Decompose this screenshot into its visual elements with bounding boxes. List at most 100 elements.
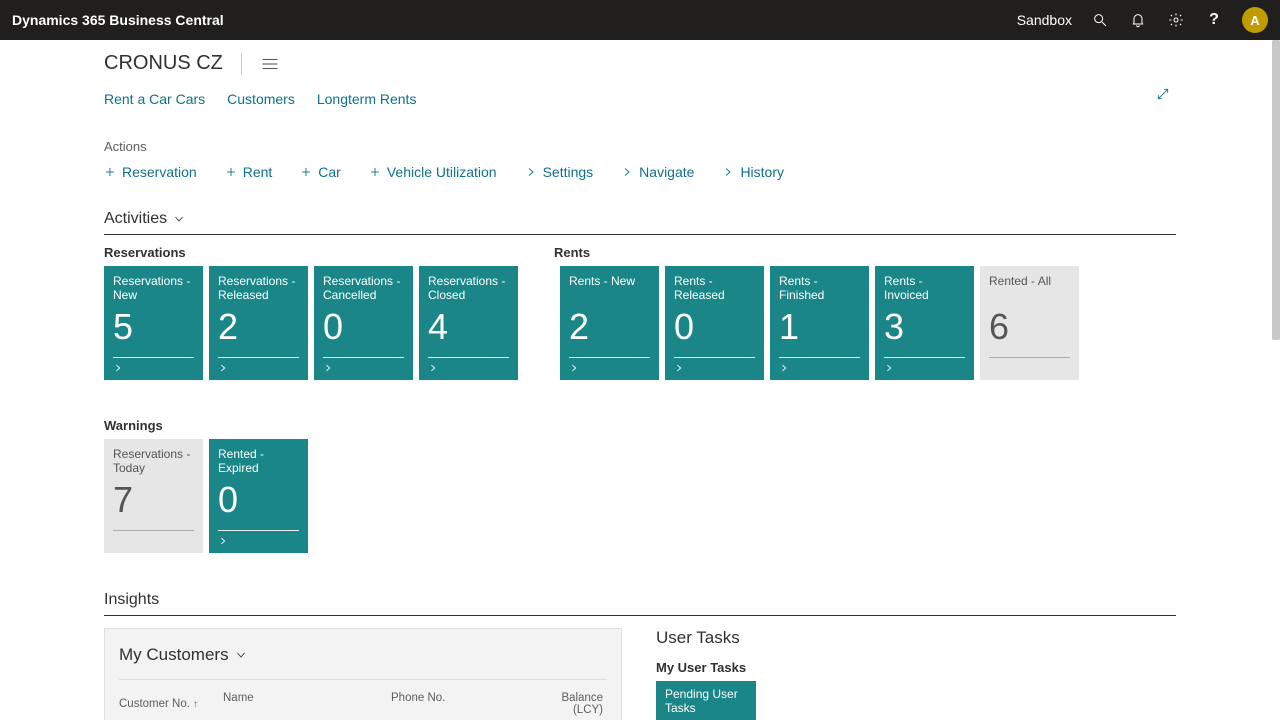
tile-label: Rented - Expired	[218, 447, 299, 475]
action-label: Reservation	[122, 164, 197, 180]
warning-tiles: Reservations - Today 7 Rented - Expired …	[0, 439, 1280, 553]
chevron-right-icon	[113, 363, 123, 373]
topbar-right: Sandbox ? A	[1017, 7, 1268, 33]
action-navigate[interactable]: Navigate	[621, 164, 694, 180]
insights-area: My Customers Customer No. ↑ Name Phone N…	[0, 616, 1280, 720]
scrollbar[interactable]	[1272, 40, 1280, 340]
plus-icon	[225, 166, 237, 178]
tile-reservations-today[interactable]: Reservations - Today 7	[104, 439, 203, 553]
avatar[interactable]: A	[1242, 7, 1268, 33]
action-rent[interactable]: Rent	[225, 164, 273, 180]
tab-rent-a-car-cars[interactable]: Rent a Car Cars	[104, 91, 205, 107]
search-icon[interactable]	[1090, 10, 1110, 30]
company-row: CRONUS CZ	[0, 52, 1280, 83]
column-name[interactable]: Name	[223, 692, 391, 716]
tile-rented-expired[interactable]: Rented - Expired 0	[209, 439, 308, 553]
action-label: History	[740, 164, 784, 180]
action-vehicle-utilization[interactable]: Vehicle Utilization	[369, 164, 497, 180]
warnings-group-label: Warnings	[0, 380, 1280, 439]
user-tasks-section: User Tasks My User Tasks Pending User Ta…	[656, 628, 756, 720]
insights-title: Insights	[0, 553, 1280, 613]
chevron-down-icon	[235, 649, 247, 661]
tile-label: Reservations - New	[113, 274, 194, 302]
tile-group-labels: Reservations Rents	[0, 235, 1280, 266]
company-name[interactable]: CRONUS CZ	[104, 52, 223, 75]
chevron-right-icon	[674, 363, 684, 373]
chevron-right-icon	[884, 363, 894, 373]
actions-row: Reservation Rent Car Vehicle Utilization…	[0, 160, 1280, 180]
user-tasks-title: User Tasks	[656, 628, 756, 648]
rents-group-label: Rents	[554, 245, 590, 260]
tile-label: Rents - Invoiced	[884, 274, 965, 302]
bell-icon[interactable]	[1128, 10, 1148, 30]
tile-value: 6	[989, 308, 1070, 346]
tile-rented-all[interactable]: Rented - All 6	[980, 266, 1079, 380]
chevron-right-icon	[722, 166, 734, 178]
tile-label: Pending User Tasks	[665, 687, 747, 715]
tile-label: Reservations - Closed	[428, 274, 509, 302]
plus-icon	[300, 166, 312, 178]
environment-label: Sandbox	[1017, 12, 1072, 28]
tile-spacer	[524, 266, 554, 380]
tile-rents-invoiced[interactable]: Rents - Invoiced 3	[875, 266, 974, 380]
chevron-right-icon	[218, 363, 228, 373]
chevron-right-icon	[323, 363, 333, 373]
tile-label: Reservations - Released	[218, 274, 299, 302]
tile-reservations-cancelled[interactable]: Reservations - Cancelled 0	[314, 266, 413, 380]
chevron-right-icon	[525, 166, 537, 178]
tile-value: 0	[218, 481, 299, 519]
chevron-right-icon	[218, 536, 228, 546]
tile-label: Rents - New	[569, 274, 650, 302]
action-label: Settings	[543, 164, 594, 180]
tile-label: Rents - Released	[674, 274, 755, 302]
column-customer-no[interactable]: Customer No. ↑	[119, 692, 223, 716]
activities-title: Activities	[104, 210, 167, 228]
chevron-right-icon	[428, 363, 438, 373]
column-balance[interactable]: Balance (LCY)	[529, 692, 607, 716]
table-headers: Customer No. ↑ Name Phone No. Balance (L…	[119, 692, 607, 716]
help-icon[interactable]: ?	[1204, 10, 1224, 30]
tile-label: Reservations - Cancelled	[323, 274, 404, 302]
tile-pending-user-tasks[interactable]: Pending User Tasks 0	[656, 681, 756, 720]
action-label: Car	[318, 164, 341, 180]
gear-icon[interactable]	[1166, 10, 1186, 30]
my-customers-card: My Customers Customer No. ↑ Name Phone N…	[104, 628, 622, 720]
divider	[241, 53, 242, 75]
chevron-right-icon	[779, 363, 789, 373]
action-reservation[interactable]: Reservation	[104, 164, 197, 180]
tab-longterm-rents[interactable]: Longterm Rents	[317, 91, 417, 107]
nav-tabs: Rent a Car Cars Customers Longterm Rents	[0, 83, 1280, 111]
topbar: Dynamics 365 Business Central Sandbox ? …	[0, 0, 1280, 40]
divider	[119, 679, 607, 680]
hamburger-icon[interactable]	[260, 54, 280, 74]
action-settings[interactable]: Settings	[525, 164, 594, 180]
tile-rents-finished[interactable]: Rents - Finished 1	[770, 266, 869, 380]
expand-icon[interactable]	[1156, 87, 1170, 106]
activity-tiles: Reservations - New 5 Reservations - Rele…	[0, 266, 1280, 380]
activities-header[interactable]: Activities	[0, 180, 1280, 232]
tile-reservations-released[interactable]: Reservations - Released 2	[209, 266, 308, 380]
tile-rents-new[interactable]: Rents - New 2	[560, 266, 659, 380]
page-content: CRONUS CZ Rent a Car Cars Customers Long…	[0, 40, 1280, 720]
tile-value: 5	[113, 308, 194, 346]
tile-value: 3	[884, 308, 965, 346]
tile-rents-released[interactable]: Rents - Released 0	[665, 266, 764, 380]
tile-reservations-new[interactable]: Reservations - New 5	[104, 266, 203, 380]
action-label: Vehicle Utilization	[387, 164, 497, 180]
action-label: Navigate	[639, 164, 694, 180]
reservations-group-label: Reservations	[104, 245, 554, 260]
my-customers-header[interactable]: My Customers	[119, 645, 607, 665]
actions-label: Actions	[0, 111, 1280, 160]
tile-value: 2	[569, 308, 650, 346]
action-car[interactable]: Car	[300, 164, 341, 180]
column-phone[interactable]: Phone No.	[391, 692, 529, 716]
tile-reservations-closed[interactable]: Reservations - Closed 4	[419, 266, 518, 380]
tile-value: 0	[674, 308, 755, 346]
tile-value: 1	[779, 308, 860, 346]
user-tasks-subtitle: My User Tasks	[656, 660, 756, 675]
tile-value: 0	[323, 308, 404, 346]
chevron-right-icon	[621, 166, 633, 178]
action-history[interactable]: History	[722, 164, 784, 180]
tab-customers[interactable]: Customers	[227, 91, 295, 107]
card-title: My Customers	[119, 645, 229, 665]
